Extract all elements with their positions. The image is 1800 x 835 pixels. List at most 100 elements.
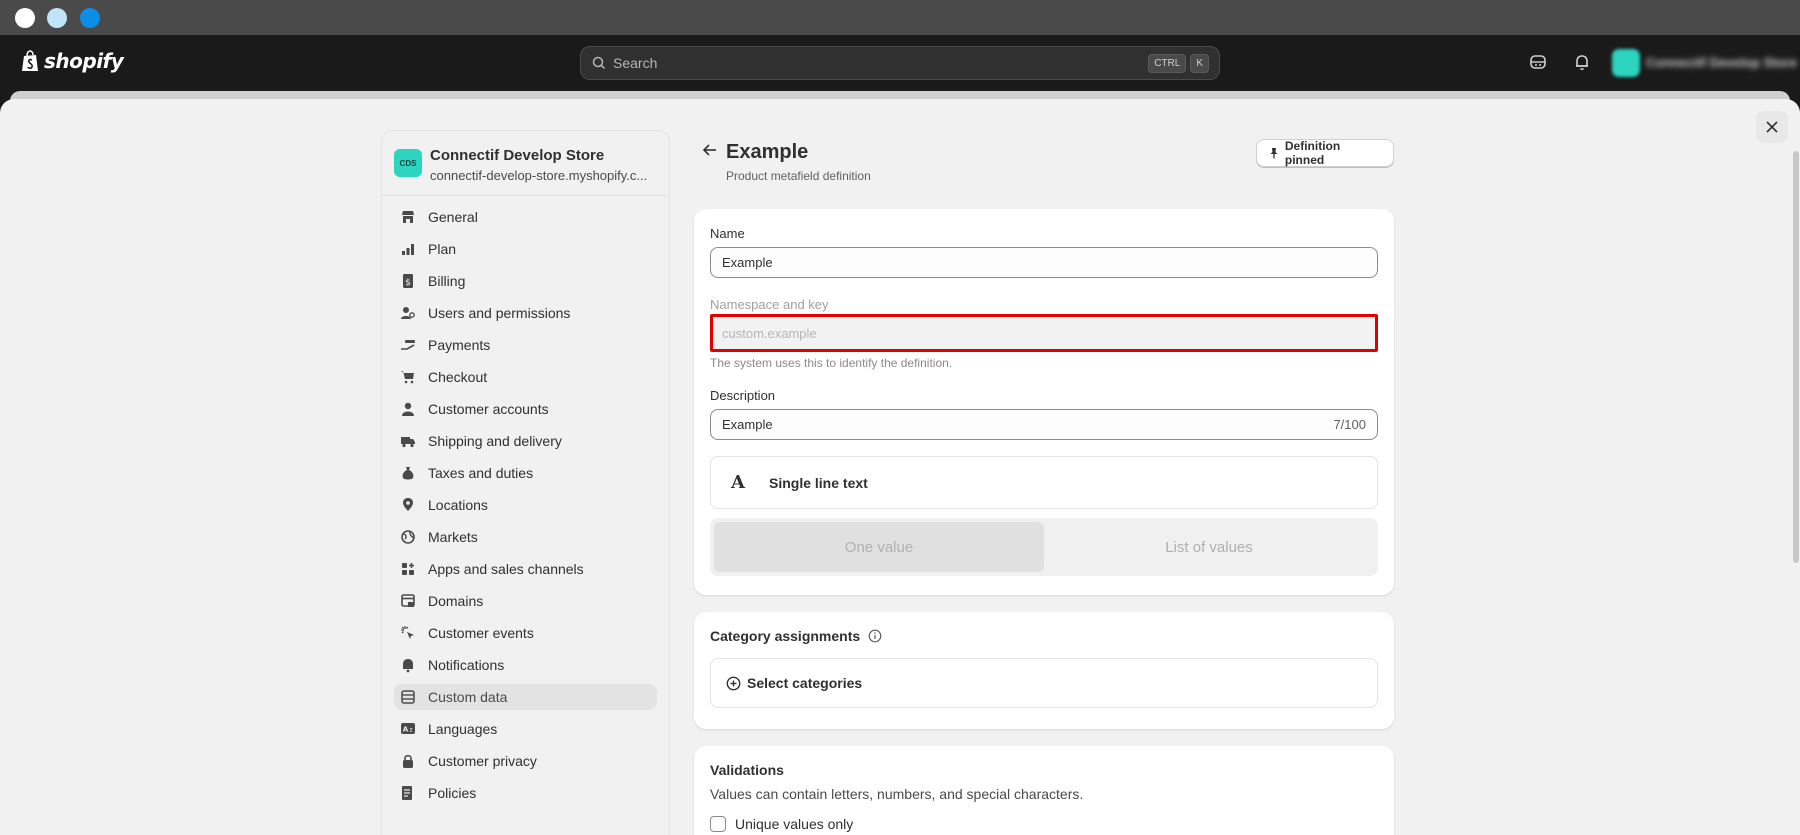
back-arrow-icon[interactable] bbox=[700, 140, 720, 160]
window-minimize-dot[interactable] bbox=[47, 8, 67, 28]
person-icon bbox=[400, 401, 416, 417]
users-icon bbox=[400, 305, 416, 321]
sidebar-item-checkout[interactable]: Checkout bbox=[394, 364, 657, 390]
domains-icon bbox=[400, 593, 416, 609]
close-settings-button[interactable] bbox=[1756, 111, 1788, 143]
sidebar-item-locations[interactable]: Locations bbox=[394, 492, 657, 518]
tax-icon bbox=[400, 465, 416, 481]
page-title: Example bbox=[726, 141, 809, 163]
pin-label: Definition pinned bbox=[1284, 139, 1341, 167]
select-categories-button[interactable]: Select categories bbox=[710, 658, 1378, 708]
value-count-toggle: One value List of values bbox=[710, 518, 1378, 576]
admin-topbar: shopify CTRL K Connectif Develop Store bbox=[0, 35, 1800, 91]
settings-sidebar: CDS Connectif Develop Store connectif-de… bbox=[381, 130, 670, 835]
list-of-values-option[interactable]: List of values bbox=[1044, 522, 1374, 572]
store-avatar-top[interactable] bbox=[1612, 49, 1640, 77]
store-header[interactable]: CDS Connectif Develop Store connectif-de… bbox=[382, 131, 669, 196]
sidebar-item-customer-events[interactable]: Customer events bbox=[394, 620, 657, 646]
definition-form-card: Name Example Namespace and key custom.ex… bbox=[694, 209, 1394, 595]
window-titlebar bbox=[0, 0, 1800, 35]
svg-text:z: z bbox=[409, 727, 412, 734]
sidebar-item-payments[interactable]: Payments bbox=[394, 332, 657, 358]
sidebar-item-customer-accounts[interactable]: Customer accounts bbox=[394, 396, 657, 422]
name-field[interactable]: Example bbox=[710, 247, 1378, 278]
sidebar-item-billing[interactable]: $ Billing bbox=[394, 268, 657, 294]
shortcut-ctrl-key: CTRL bbox=[1148, 53, 1187, 73]
payments-icon bbox=[400, 337, 416, 353]
globe-icon bbox=[400, 529, 416, 545]
namespace-label: Namespace and key bbox=[710, 297, 829, 312]
database-icon bbox=[400, 689, 416, 705]
sidebar-item-shipping[interactable]: Shipping and delivery bbox=[394, 428, 657, 454]
sidebar-item-customer-privacy[interactable]: Customer privacy bbox=[394, 748, 657, 774]
name-label: Name bbox=[710, 226, 745, 241]
namespace-key-field: custom.example bbox=[710, 314, 1378, 352]
plan-icon bbox=[400, 241, 416, 257]
sidebar-item-taxes[interactable]: Taxes and duties bbox=[394, 460, 657, 486]
store-name-top[interactable]: Connectif Develop Store bbox=[1646, 55, 1797, 70]
unique-values-checkbox[interactable] bbox=[710, 816, 726, 832]
store-avatar: CDS bbox=[394, 149, 422, 177]
sidebar-item-languages[interactable]: Az Languages bbox=[394, 716, 657, 742]
shopify-wordmark: shopify bbox=[44, 49, 124, 73]
modal-scrollbar[interactable] bbox=[1793, 151, 1799, 563]
lock-icon bbox=[400, 753, 416, 769]
validations-card: Validations Values can contain letters, … bbox=[694, 746, 1394, 835]
search-input[interactable] bbox=[613, 55, 1145, 71]
svg-text:$: $ bbox=[405, 278, 411, 288]
type-label: Single line text bbox=[769, 474, 868, 491]
sidekick-icon[interactable] bbox=[1527, 51, 1549, 73]
sidebar-item-policies[interactable]: Policies bbox=[394, 780, 657, 806]
sidebar-item-users[interactable]: Users and permissions bbox=[394, 300, 657, 326]
sidebar-item-notifications[interactable]: Notifications bbox=[394, 652, 657, 678]
store-icon bbox=[400, 209, 416, 225]
apps-icon bbox=[400, 561, 416, 577]
settings-modal: CDS Connectif Develop Store connectif-de… bbox=[0, 99, 1800, 835]
definition-pinned-button[interactable]: Definition pinned bbox=[1256, 139, 1394, 167]
shopify-bag-icon bbox=[22, 50, 38, 71]
language-icon: Az bbox=[400, 721, 416, 737]
store-name: Connectif Develop Store bbox=[430, 147, 605, 164]
one-value-option[interactable]: One value bbox=[714, 522, 1044, 572]
type-selector[interactable]: A Single line text bbox=[710, 456, 1378, 509]
sidebar-item-plan[interactable]: Plan bbox=[394, 236, 657, 262]
bell-icon bbox=[400, 657, 416, 673]
category-assignments-title: Category assignments bbox=[710, 628, 1378, 644]
close-icon bbox=[1766, 121, 1778, 133]
unique-values-label: Unique values only bbox=[735, 816, 854, 832]
pin-icon bbox=[1270, 148, 1278, 159]
select-categories-label: Select categories bbox=[747, 675, 863, 691]
description-value: Example bbox=[722, 417, 773, 432]
description-counter: 7/100 bbox=[1333, 417, 1366, 432]
billing-icon: $ bbox=[400, 273, 416, 289]
svg-text:A: A bbox=[403, 726, 409, 734]
shortcut-k-key: K bbox=[1190, 53, 1209, 73]
policies-icon bbox=[400, 785, 416, 801]
category-title-text: Category assignments bbox=[710, 628, 861, 644]
location-icon bbox=[400, 497, 416, 513]
sidebar-item-markets[interactable]: Markets bbox=[394, 524, 657, 550]
store-domain: connectif-develop-store.myshopify.c... bbox=[430, 168, 648, 183]
window-maximize-dot[interactable] bbox=[80, 8, 100, 28]
search-icon bbox=[592, 56, 606, 70]
namespace-help-text: The system uses this to identify the def… bbox=[710, 356, 953, 370]
notifications-bell-icon[interactable] bbox=[1571, 51, 1593, 73]
name-value: Example bbox=[722, 255, 773, 270]
cart-icon bbox=[400, 369, 416, 385]
sidebar-item-apps[interactable]: Apps and sales channels bbox=[394, 556, 657, 582]
validations-title: Validations bbox=[710, 762, 784, 778]
description-field[interactable]: Example 7/100 bbox=[710, 409, 1378, 440]
shopify-logo[interactable]: shopify bbox=[20, 49, 124, 73]
category-assignments-card: Category assignments Select categories bbox=[694, 612, 1394, 729]
sidebar-item-domains[interactable]: Domains bbox=[394, 588, 657, 614]
search-bar[interactable]: CTRL K bbox=[580, 46, 1220, 80]
window-close-dot[interactable] bbox=[15, 8, 35, 28]
sidebar-item-general[interactable]: General bbox=[394, 204, 657, 230]
unique-values-row[interactable]: Unique values only bbox=[710, 816, 1378, 832]
settings-nav: General Plan $ Billing Users and permiss… bbox=[382, 196, 669, 806]
namespace-value: custom.example bbox=[722, 325, 817, 341]
text-type-icon: A bbox=[731, 472, 745, 493]
truck-icon bbox=[400, 433, 416, 449]
info-icon[interactable] bbox=[868, 629, 882, 643]
sidebar-item-custom-data[interactable]: Custom data bbox=[394, 684, 657, 710]
